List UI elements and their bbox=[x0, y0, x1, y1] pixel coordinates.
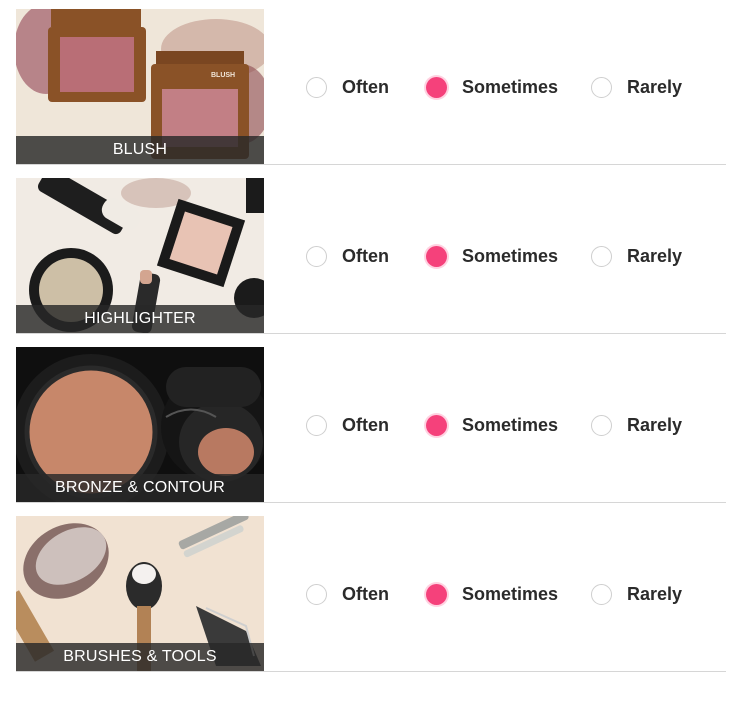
radio-often[interactable]: Often bbox=[306, 574, 389, 614]
radio-button[interactable] bbox=[306, 245, 327, 267]
radio-button[interactable] bbox=[306, 583, 327, 605]
radio-sometimes[interactable]: Sometimes bbox=[426, 67, 558, 107]
radio-button-selected[interactable] bbox=[426, 76, 447, 98]
radio-label: Rarely bbox=[627, 245, 683, 266]
radio-label: Sometimes bbox=[462, 414, 559, 435]
category-caption: BRONZE & CONTOUR bbox=[16, 474, 264, 502]
radio-label: Often bbox=[342, 414, 389, 435]
radio-label: Sometimes bbox=[462, 583, 559, 604]
category-caption: HIGHLIGHTER bbox=[16, 305, 264, 333]
radio-rarely[interactable]: Rarely bbox=[591, 236, 682, 276]
radio-often[interactable]: Often bbox=[306, 405, 389, 445]
svg-text:BLUSH: BLUSH bbox=[211, 72, 235, 79]
radio-button[interactable] bbox=[306, 414, 327, 436]
radio-label: Sometimes bbox=[462, 245, 559, 266]
category-row-bronze-contour: BRONZE & CONTOUR Often Sometimes Rarely bbox=[16, 347, 726, 503]
blush-compacts-image: BLUSH BLUSH bbox=[16, 9, 264, 164]
radio-button[interactable] bbox=[306, 76, 327, 98]
radio-label: Often bbox=[342, 583, 389, 604]
category-caption: BRUSHES & TOOLS bbox=[16, 643, 264, 671]
category-row-highlighter: HIGHLIGHTER Often Sometimes Rarely bbox=[16, 178, 726, 334]
radio-rarely[interactable]: Rarely bbox=[591, 574, 682, 614]
category-row-brushes-tools: BRUSHES & TOOLS Often Sometimes Rarely bbox=[16, 516, 726, 672]
radio-often[interactable]: Often bbox=[306, 67, 389, 107]
radio-sometimes[interactable]: Sometimes bbox=[426, 236, 558, 276]
radio-label: Sometimes bbox=[462, 76, 559, 97]
radio-label: Often bbox=[342, 76, 389, 97]
radio-sometimes[interactable]: Sometimes bbox=[426, 574, 558, 614]
radio-button-selected[interactable] bbox=[426, 245, 447, 267]
bronzer-compact-image: BRONZE & CONTOUR bbox=[16, 347, 264, 502]
category-row-blush: BLUSH BLUSH Often Sometimes Rarely bbox=[16, 9, 726, 165]
category-caption: BLUSH bbox=[16, 136, 264, 164]
radio-sometimes[interactable]: Sometimes bbox=[426, 405, 558, 445]
radio-rarely[interactable]: Rarely bbox=[591, 405, 682, 445]
radio-button[interactable] bbox=[591, 245, 612, 267]
radio-button[interactable] bbox=[591, 414, 612, 436]
radio-label: Rarely bbox=[627, 414, 683, 435]
radio-label: Rarely bbox=[627, 76, 683, 97]
radio-rarely[interactable]: Rarely bbox=[591, 67, 682, 107]
radio-button-selected[interactable] bbox=[426, 583, 447, 605]
radio-often[interactable]: Often bbox=[306, 236, 389, 276]
radio-label: Often bbox=[342, 245, 389, 266]
radio-button-selected[interactable] bbox=[426, 414, 447, 436]
radio-button[interactable] bbox=[591, 76, 612, 98]
highlighter-products-image: HIGHLIGHTER bbox=[16, 178, 264, 333]
radio-button[interactable] bbox=[591, 583, 612, 605]
brushes-tools-image: BRUSHES & TOOLS bbox=[16, 516, 264, 671]
radio-label: Rarely bbox=[627, 583, 683, 604]
